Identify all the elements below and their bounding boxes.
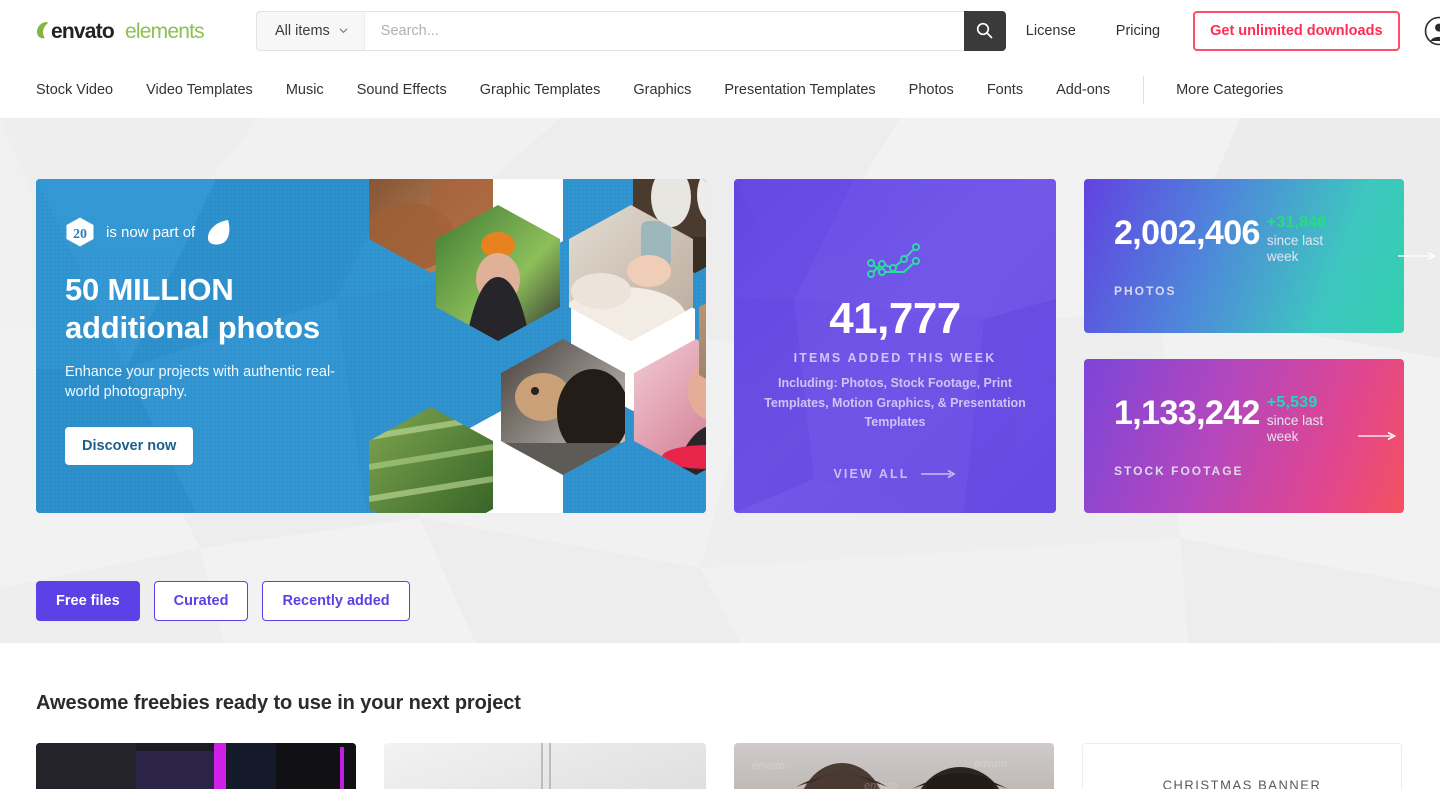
search-bar: All items	[256, 10, 1006, 51]
christmas-banner-title: CHRISTMAS BANNER	[1163, 778, 1322, 789]
hero-partner-line: 20 is now part of	[65, 217, 706, 247]
search-icon	[977, 22, 993, 39]
svg-text:envato: envato	[51, 20, 114, 43]
search-category-select[interactable]: All items	[256, 10, 364, 51]
discover-now-button[interactable]: Discover now	[65, 427, 194, 466]
hero-partner-text: is now part of	[106, 223, 196, 241]
nav-divider	[1143, 75, 1145, 104]
hero-row: 20 is now part of 50 MILLION additional …	[36, 179, 1437, 513]
sparkler-friends-art: envato envato envato	[734, 743, 1054, 789]
nav-item-fonts[interactable]: Fonts	[987, 82, 1023, 98]
page-body: 20 is now part of 50 MILLION additional …	[0, 118, 1440, 789]
filter-tabs: Free files Curated Recently added	[36, 581, 1404, 621]
tab-recently-added[interactable]: Recently added	[262, 581, 410, 621]
site-header: envato elements All items License Pricin…	[0, 0, 1440, 61]
stat-photos-delta-sub: since last week	[1266, 232, 1324, 264]
nav-item-video-templates[interactable]: Video Templates	[146, 82, 253, 98]
header-link-pricing[interactable]: Pricing	[1096, 23, 1180, 39]
items-card-content: 41,777 ITEMS ADDED THIS WEEK Including: …	[734, 241, 1056, 432]
arrow-right-icon	[920, 469, 956, 479]
envato-leaf-icon	[208, 220, 230, 245]
nav-item-graphic-templates[interactable]: Graphic Templates	[480, 82, 601, 98]
twenty20-badge-icon: 20	[66, 217, 94, 247]
nav-item-music[interactable]: Music	[286, 82, 324, 98]
thumbnail-dark-ui-mockup[interactable]	[36, 743, 356, 789]
items-added-card[interactable]: 41,777 ITEMS ADDED THIS WEEK Including: …	[734, 179, 1056, 513]
envato-elements-logo[interactable]: envato elements	[36, 18, 218, 44]
chevron-down-icon	[339, 28, 348, 34]
stat-footage-value: 1,133,242	[1114, 393, 1260, 432]
items-added-description: Including: Photos, Stock Footage, Print …	[764, 376, 1026, 429]
arrow-right-icon[interactable]	[1398, 251, 1438, 261]
stat-photos-caption: PHOTOS	[1114, 284, 1177, 299]
christmas-banner-art: CHRISTMAS BANNER GOLD & SILVER BANNER DE…	[1083, 744, 1401, 789]
hero-headline-line2: additional photos	[65, 310, 320, 346]
nav-item-graphics[interactable]: Graphics	[633, 82, 691, 98]
svg-text:envato: envato	[864, 780, 897, 789]
hero-headline: 50 MILLION additional photos	[65, 271, 706, 348]
stat-photos-row: 2,002,406 +31,846 since last week	[1114, 214, 1404, 265]
stat-cards-column: 2,002,406 +31,846 since last week PHOTOS	[1084, 179, 1437, 513]
view-all-link[interactable]: VIEW ALL	[734, 467, 1056, 481]
hero-headline-line1: 50 MILLION	[65, 272, 234, 307]
stat-card-photos[interactable]: 2,002,406 +31,846 since last week PHOTOS	[1084, 179, 1437, 333]
stat-photos-delta-number: +31,846	[1266, 213, 1327, 231]
items-added-value: 41,777	[829, 294, 961, 343]
hanging-bag-art	[384, 743, 706, 789]
stat-photos-value: 2,002,406	[1114, 213, 1260, 252]
nav-item-presentation-templates[interactable]: Presentation Templates	[724, 82, 875, 98]
twenty20-badge-label: 20	[73, 227, 87, 242]
hero-subtext: Enhance your projects with authentic rea…	[65, 363, 336, 401]
svg-text:envato: envato	[752, 760, 785, 772]
svg-text:envato: envato	[974, 758, 1007, 770]
freebies-section-title: Awesome freebies ready to use in your ne…	[36, 692, 521, 714]
category-nav: Stock Video Video Templates Music Sound …	[0, 61, 1440, 118]
header-link-license[interactable]: License	[1006, 23, 1096, 39]
stat-photos-delta: +31,846 since last week	[1267, 214, 1341, 265]
nav-item-add-ons[interactable]: Add-ons	[1056, 82, 1110, 98]
nav-item-photos[interactable]: Photos	[909, 82, 954, 98]
nav-item-sound-effects[interactable]: Sound Effects	[357, 82, 447, 98]
header-actions: License Pricing Get unlimited downloads	[1006, 10, 1440, 51]
stat-footage-caption: STOCK FOOTAGE	[1114, 464, 1244, 479]
arrow-right-icon[interactable]	[1358, 431, 1398, 441]
search-input[interactable]	[363, 10, 964, 51]
nav-item-stock-video[interactable]: Stock Video	[36, 82, 113, 98]
items-added-label: ITEMS ADDED THIS WEEK	[793, 351, 997, 366]
get-unlimited-downloads-button[interactable]: Get unlimited downloads	[1193, 10, 1400, 51]
user-avatar-icon[interactable]	[1424, 16, 1440, 46]
hero-banner-50-million-photos[interactable]: 20 is now part of 50 MILLION additional …	[36, 179, 706, 513]
thumbnail-sparkler-friends[interactable]: envato envato envato	[734, 743, 1054, 789]
tab-curated[interactable]: Curated	[153, 581, 249, 621]
logo-svg: envato elements	[37, 20, 205, 43]
stat-footage-delta: +5,539 since last week	[1267, 394, 1341, 445]
freebies-thumbnail-row: envato envato envato CHRISTMAS BANNER GOLD…	[36, 743, 1404, 789]
view-all-label: VIEW ALL	[833, 467, 910, 481]
stat-photos-body: 2,002,406 +31,846 since last week PHOTOS	[1114, 179, 1404, 333]
search-category-label: All items	[275, 22, 330, 39]
tab-free-files[interactable]: Free files	[36, 581, 140, 621]
dark-ui-mockup-art	[36, 743, 356, 789]
stat-card-stock-footage[interactable]: 1,133,242 +5,539 since last week STOCK F…	[1084, 359, 1404, 513]
stat-footage-delta-sub: since last week	[1266, 412, 1324, 444]
search-submit-button[interactable]	[963, 10, 1006, 51]
thumbnail-hanging-bag[interactable]	[384, 743, 706, 789]
line-chart-icon	[867, 243, 920, 278]
svg-text:elements: elements	[125, 20, 204, 43]
nav-item-more-categories[interactable]: More Categories	[1176, 82, 1283, 98]
stat-footage-delta-number: +5,539	[1266, 393, 1318, 411]
thumbnail-christmas-banner[interactable]: CHRISTMAS BANNER GOLD & SILVER BANNER DE…	[1082, 743, 1402, 789]
hero-copy: 20 is now part of 50 MILLION additional …	[36, 179, 706, 466]
